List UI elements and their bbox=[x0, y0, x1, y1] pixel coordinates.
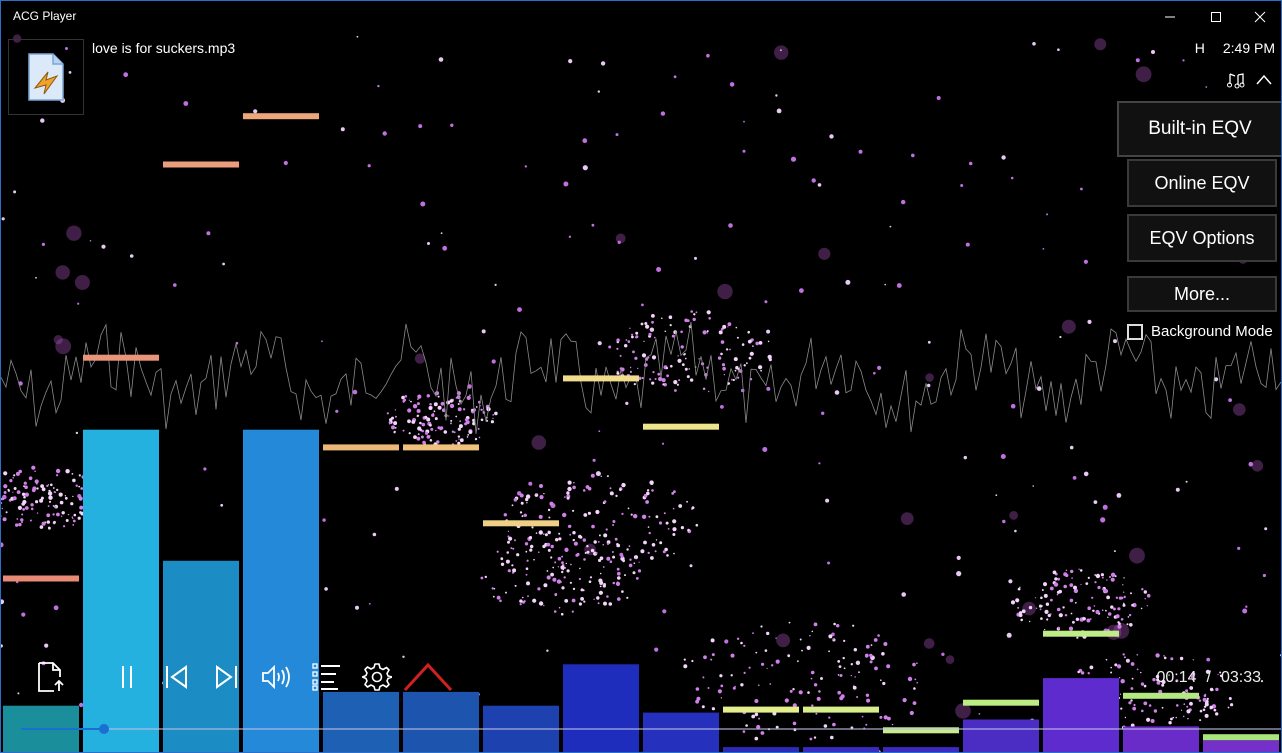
spectrum-peak bbox=[83, 354, 159, 361]
status-area: H 2:49 PM bbox=[1195, 40, 1275, 56]
online-eqv-button[interactable]: Online EQV bbox=[1127, 159, 1277, 207]
minimize-button[interactable] bbox=[1147, 1, 1193, 33]
spectrum-peak bbox=[323, 444, 399, 451]
spectrum-peak bbox=[803, 706, 879, 713]
gear-icon bbox=[362, 663, 392, 691]
seek-bar[interactable] bbox=[21, 724, 1281, 734]
spectrum-bar bbox=[883, 747, 959, 752]
spectrum-peak bbox=[243, 113, 319, 120]
time-separator: / bbox=[1206, 669, 1211, 686]
title-bar[interactable]: ACG Player bbox=[1, 1, 1281, 33]
spectrum-bar bbox=[803, 747, 879, 752]
spectrum-bar bbox=[1203, 740, 1279, 752]
window-title: ACG Player bbox=[13, 9, 77, 23]
spectrum-peak bbox=[643, 423, 719, 430]
spectrum-bar bbox=[1043, 678, 1119, 752]
settings-button[interactable] bbox=[355, 655, 399, 699]
playlist-button[interactable] bbox=[305, 655, 349, 699]
current-time: 00:14 bbox=[1156, 669, 1197, 686]
player-stage: love is for suckers.mp3 H 2:49 PM Built-… bbox=[1, 33, 1281, 752]
spectrum-bar bbox=[723, 747, 799, 752]
total-time: 03:33 bbox=[1220, 669, 1261, 686]
spectrum-peak bbox=[1203, 734, 1279, 741]
previous-track-button[interactable] bbox=[155, 655, 199, 699]
previous-track-icon bbox=[166, 665, 187, 689]
spectrum-peak bbox=[163, 161, 239, 168]
time-display: 00:14 / 03:33 bbox=[1156, 669, 1261, 687]
minimize-icon bbox=[1165, 16, 1175, 18]
checkbox-box[interactable] bbox=[1127, 323, 1143, 340]
expand-controls-button[interactable] bbox=[403, 655, 453, 699]
pause-icon bbox=[122, 666, 132, 688]
chevron-up-icon bbox=[1256, 74, 1272, 85]
music-notes-icon[interactable] bbox=[1227, 71, 1245, 94]
spectrum-bar bbox=[643, 712, 719, 752]
background-mode-checkbox[interactable]: Background Mode bbox=[1127, 323, 1273, 340]
pause-button[interactable] bbox=[105, 655, 149, 699]
chevron-up-icon bbox=[403, 662, 453, 692]
spectrum-peak bbox=[1043, 630, 1119, 637]
maximize-button[interactable] bbox=[1193, 1, 1239, 33]
waveform-line bbox=[1, 321, 1281, 434]
collapse-panel-button[interactable] bbox=[1255, 71, 1273, 94]
spectrum-peak bbox=[483, 520, 559, 527]
clock: 2:49 PM bbox=[1222, 40, 1275, 56]
volume-icon bbox=[262, 664, 290, 690]
maximize-icon bbox=[1211, 12, 1221, 22]
open-file-button[interactable] bbox=[29, 655, 73, 699]
seek-track[interactable] bbox=[21, 728, 1281, 730]
volume-button[interactable] bbox=[255, 655, 299, 699]
more-button[interactable]: More... bbox=[1127, 276, 1277, 312]
background-mode-label: Background Mode bbox=[1151, 323, 1273, 340]
open-file-icon bbox=[38, 662, 64, 692]
playlist-icon bbox=[312, 663, 340, 691]
next-track-icon bbox=[216, 665, 237, 689]
spectrum-peak bbox=[1123, 692, 1199, 699]
spectrum-visualizer bbox=[1, 113, 1281, 752]
spectrum-peak bbox=[963, 699, 1039, 706]
spectrum-peak bbox=[403, 444, 479, 451]
eqv-options-button[interactable]: EQV Options bbox=[1127, 214, 1277, 262]
spectrum-peak bbox=[3, 575, 79, 582]
spectrum-peak bbox=[563, 375, 639, 382]
spectrum-bar bbox=[963, 719, 1039, 752]
playback-controls bbox=[1, 655, 701, 705]
built-in-eqv-button[interactable]: Built-in EQV bbox=[1117, 101, 1281, 157]
close-icon bbox=[1254, 11, 1266, 23]
spectrum-peak bbox=[723, 706, 799, 713]
winamp-file-icon bbox=[28, 53, 64, 101]
seek-progress bbox=[21, 728, 105, 730]
top-icons bbox=[1227, 71, 1273, 94]
close-button[interactable] bbox=[1237, 1, 1281, 33]
next-track-button[interactable] bbox=[204, 655, 248, 699]
song-title: love is for suckers.mp3 bbox=[92, 40, 236, 56]
album-art[interactable] bbox=[8, 39, 84, 115]
status-indicator: H bbox=[1194, 40, 1205, 56]
app-window: ACG Player love is for suckers.mp3 H 2:4… bbox=[0, 0, 1282, 753]
